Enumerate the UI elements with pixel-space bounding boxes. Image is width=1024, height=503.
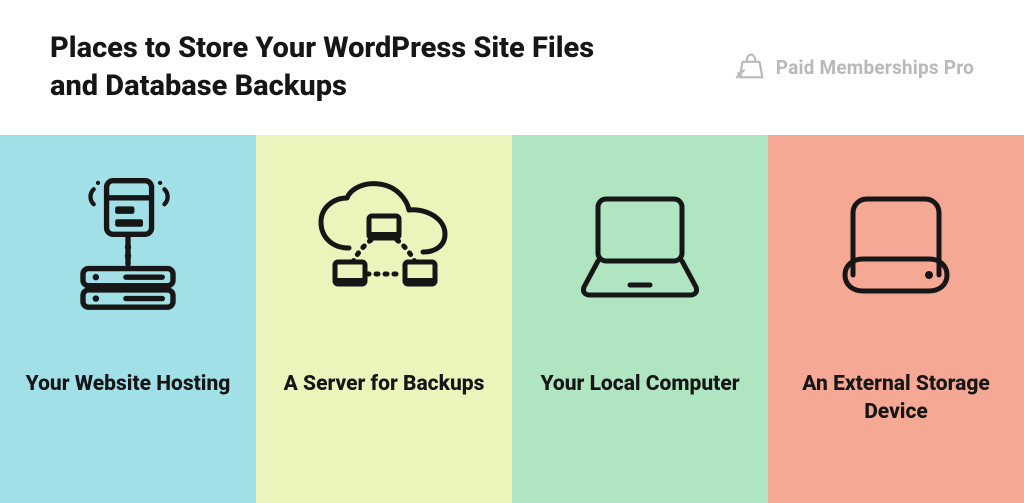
- cloud-server-icon: [309, 170, 459, 320]
- card-label: Your Local Computer: [540, 370, 739, 398]
- card-label: A Server for Backups: [284, 370, 485, 398]
- card-local-computer: Your Local Computer: [512, 135, 768, 503]
- hosting-icon: [63, 170, 193, 320]
- header: Places to Store Your WordPress Site File…: [0, 0, 1024, 135]
- laptop-icon: [570, 170, 710, 320]
- card-label: Your Website Hosting: [26, 370, 231, 398]
- card-hosting: Your Website Hosting: [0, 135, 256, 503]
- lock-bag-icon: [734, 49, 768, 87]
- card-label: An External Storage Device: [788, 370, 1004, 427]
- cards-row: Your Website Hosting A Server for Backup…: [0, 135, 1024, 503]
- card-backup-server: A Server for Backups: [256, 135, 512, 503]
- brand-logo: Paid Memberships Pro: [734, 49, 974, 87]
- card-external-storage: An External Storage Device: [768, 135, 1024, 503]
- storage-device-icon: [831, 170, 961, 320]
- brand-text: Paid Memberships Pro: [776, 56, 974, 79]
- page-title: Places to Store Your WordPress Site File…: [50, 30, 610, 105]
